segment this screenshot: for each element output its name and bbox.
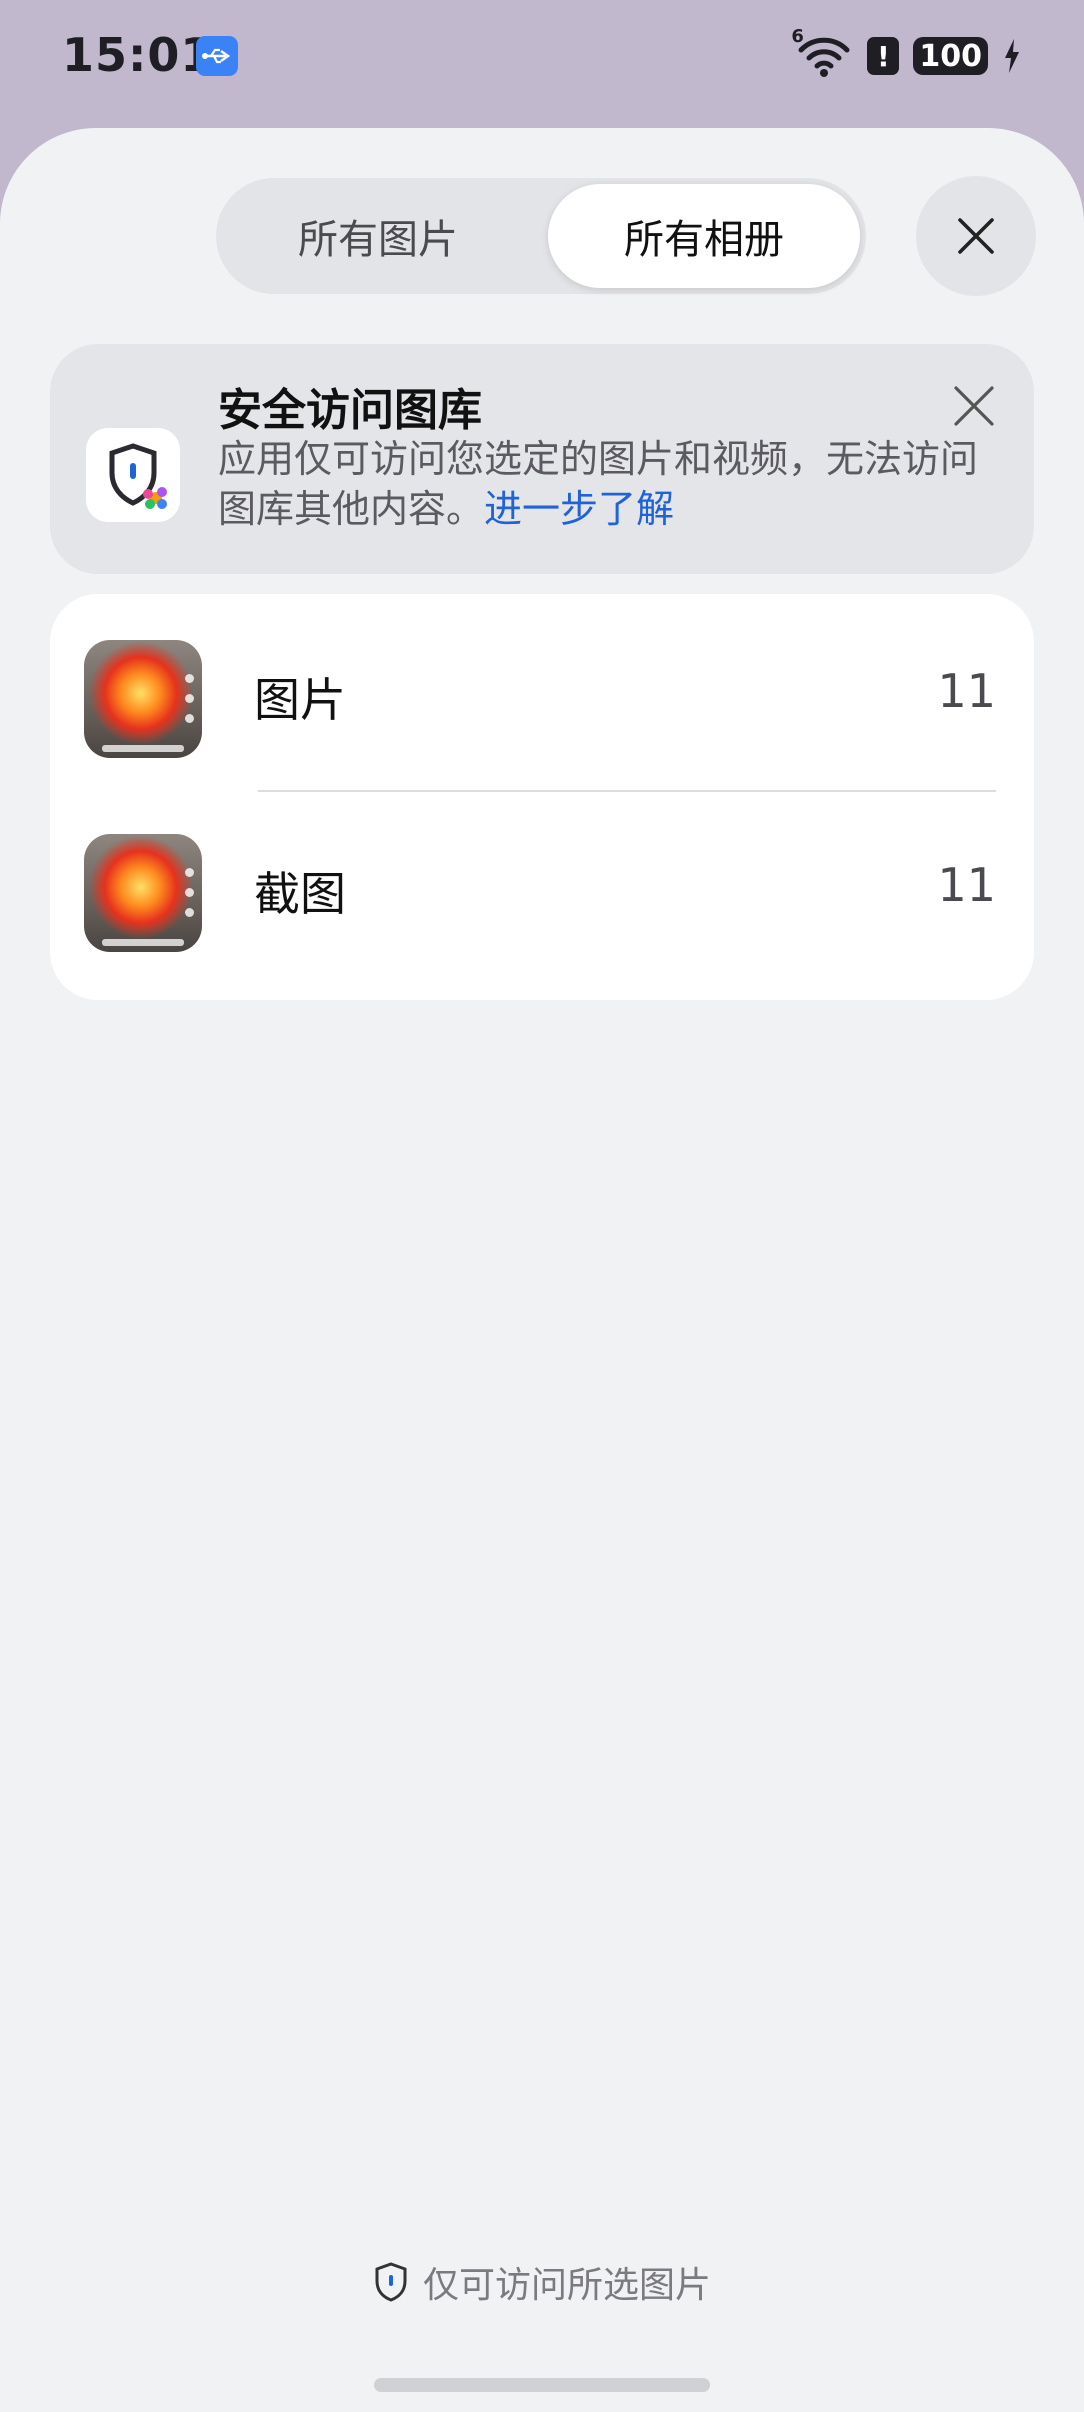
shield-lock-icon xyxy=(86,428,180,522)
status-bar: 15:01 6 ! 100 xyxy=(0,0,1084,120)
album-row-screenshots[interactable]: 截图 11 xyxy=(50,788,1034,982)
alert-icon: ! xyxy=(867,37,900,75)
album-count: 11 xyxy=(937,858,996,912)
banner-title: 安全访问图库 xyxy=(218,385,482,436)
charging-icon xyxy=(1005,39,1019,73)
close-icon xyxy=(954,386,994,426)
learn-more-link[interactable]: 进一步了解 xyxy=(484,487,674,531)
close-icon xyxy=(958,218,994,254)
status-time: 15:01 xyxy=(62,28,214,82)
usb-icon xyxy=(196,36,238,76)
view-switcher: 所有图片 所有相册 xyxy=(216,178,866,294)
shield-icon xyxy=(375,2262,407,2302)
banner-close-button[interactable] xyxy=(946,378,1002,434)
tab-all-photos[interactable]: 所有图片 xyxy=(222,184,534,288)
album-list: 图片 11 截图 11 xyxy=(50,594,1034,1000)
wifi-icon: 6 xyxy=(791,26,853,78)
battery-icon: 100 xyxy=(913,37,988,75)
album-thumbnail xyxy=(84,640,202,758)
footer-note: 仅可访问所选图片 xyxy=(0,2256,1084,2308)
status-icons: 6 ! 100 xyxy=(791,26,1022,82)
tab-all-albums[interactable]: 所有相册 xyxy=(548,184,860,288)
album-name: 图片 xyxy=(254,673,346,727)
album-row-photos[interactable]: 图片 11 xyxy=(50,594,1034,792)
secure-access-banner: 安全访问图库 应用仅可访问您选定的图片和视频，无法访问图库其他内容。进一步了解 xyxy=(50,344,1034,574)
banner-description: 应用仅可访问您选定的图片和视频，无法访问图库其他内容。进一步了解 xyxy=(218,434,998,534)
home-indicator[interactable] xyxy=(374,2378,710,2392)
close-button[interactable] xyxy=(916,176,1036,296)
album-count: 11 xyxy=(937,664,996,718)
footer-note-text: 仅可访问所选图片 xyxy=(422,2265,711,2306)
album-picker-sheet: 所有图片 所有相册 安全访问图库 应用仅可访问您选定的图片和视频，无法访问图库其… xyxy=(0,128,1084,2412)
wifi-standard-label: 6 xyxy=(791,26,804,47)
album-name: 截图 xyxy=(254,867,346,921)
album-thumbnail xyxy=(84,834,202,952)
